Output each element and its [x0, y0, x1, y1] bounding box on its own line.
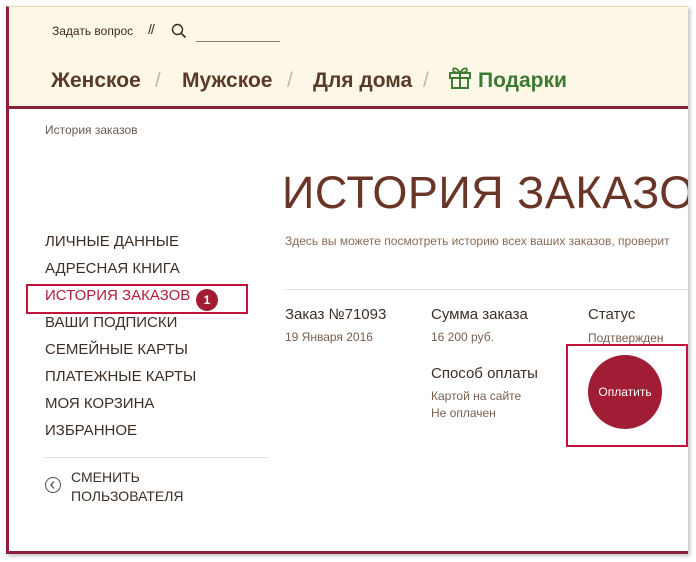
chevron-left-circle-icon: [45, 477, 61, 493]
sidebar-item-order-history[interactable]: История заказов: [45, 287, 190, 304]
order-status-value: Подтвержден: [588, 331, 664, 345]
page-title: ИСТОРИЯ ЗАКАЗОВ: [282, 167, 688, 218]
header-separator: //: [148, 21, 155, 37]
intro-text: Здесь вы можете посмотреть историю всех …: [285, 234, 670, 248]
content-divider: [285, 289, 688, 290]
nav-item-home[interactable]: Для дома: [313, 69, 412, 93]
page-frame: Задать вопрос // Женское / Мужское / Для…: [6, 6, 688, 554]
search-icon[interactable]: [171, 23, 187, 39]
search-input[interactable]: [196, 23, 280, 42]
nav-separator: /: [287, 69, 293, 92]
pay-button[interactable]: Оплатить: [588, 355, 662, 429]
order-status-label: Статус: [588, 306, 636, 323]
payment-method-value: Картой на сайте: [431, 389, 522, 403]
sidebar-item-family-cards[interactable]: Семейные карты: [45, 341, 188, 358]
gift-icon: [449, 67, 471, 89]
step-badge: 1: [196, 289, 218, 311]
sidebar-item-address-book[interactable]: Адресная книга: [45, 260, 180, 277]
order-number[interactable]: Заказ №71093: [285, 306, 386, 323]
nav-separator: /: [423, 69, 429, 92]
site-header: Задать вопрос // Женское / Мужское / Для…: [9, 7, 688, 109]
ask-question-link[interactable]: Задать вопрос: [52, 24, 133, 38]
breadcrumb[interactable]: История заказов: [45, 123, 138, 137]
sidebar-item-personal-data[interactable]: Личные данные: [45, 233, 179, 250]
sidebar-divider: [45, 457, 267, 458]
nav-item-women[interactable]: Женское: [51, 69, 141, 93]
nav-separator: /: [155, 69, 161, 92]
sidebar-item-cart[interactable]: Моя корзина: [45, 395, 154, 412]
order-date: 19 Января 2016: [285, 330, 373, 344]
order-sum-value: 16 200 руб.: [431, 330, 494, 344]
switch-user-label: СМЕНИТЬ ПОЛЬЗОВАТЕЛЯ: [71, 469, 184, 504]
payment-method-label: Способ оплаты: [431, 365, 538, 382]
sidebar-item-favorites[interactable]: Избранное: [45, 422, 137, 439]
nav-item-men[interactable]: Мужское: [182, 69, 272, 93]
nav-item-gifts[interactable]: Подарки: [478, 69, 567, 93]
sidebar-item-payment-cards[interactable]: Платежные карты: [45, 368, 196, 385]
payment-status-value: Не оплачен: [431, 406, 496, 420]
order-sum-label: Сумма заказа: [431, 306, 528, 323]
sidebar-item-subscriptions[interactable]: Ваши подписки: [45, 314, 177, 331]
